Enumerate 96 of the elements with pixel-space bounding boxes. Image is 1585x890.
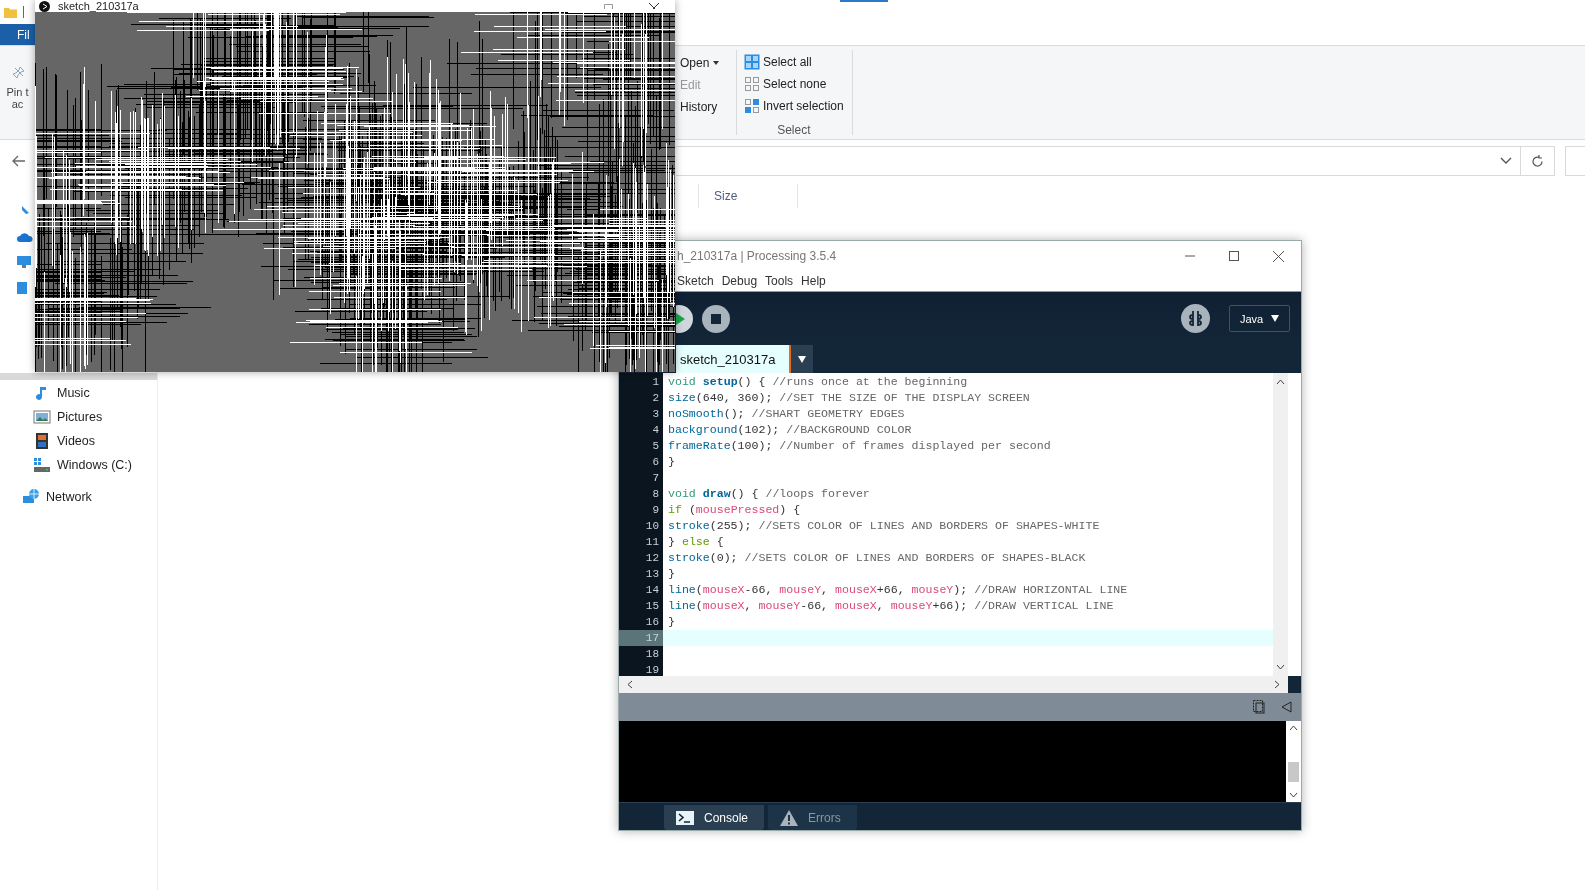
- sidebar-item[interactable]: Music: [0, 381, 157, 405]
- arrow-left-icon[interactable]: [627, 680, 633, 689]
- ribbon-command[interactable]: Invert selection: [763, 99, 844, 113]
- ribbon-command[interactable]: Select all: [763, 55, 812, 69]
- warning-icon: [780, 809, 799, 826]
- menu-item[interactable]: Debug: [721, 274, 758, 288]
- arrow-down-icon[interactable]: [1276, 664, 1285, 670]
- horizontal-scrollbar[interactable]: [619, 676, 1288, 693]
- stop-button[interactable]: [702, 304, 730, 333]
- scrollbar-thumb[interactable]: [1288, 761, 1299, 782]
- line-number: 19: [644, 663, 660, 678]
- vertical-scrollbar[interactable]: [1286, 721, 1301, 802]
- arrow-right-icon[interactable]: [1274, 680, 1280, 689]
- collapse-triangle-icon[interactable]: [1281, 701, 1292, 713]
- drive-icon: [33, 456, 51, 474]
- caret-icon: [713, 61, 720, 65]
- ribbon-command[interactable]: History: [680, 99, 718, 115]
- maximize-icon[interactable]: [1229, 251, 1239, 261]
- music-note-icon: [36, 385, 47, 401]
- line-number: 2: [651, 391, 660, 406]
- line-number: 9: [651, 503, 660, 518]
- console-tab[interactable]: Console: [664, 805, 765, 830]
- code-line: background(102); //BACKGROUND COLOR: [668, 423, 912, 436]
- code-line: if (mousePressed) {: [668, 503, 801, 516]
- refresh-button[interactable]: [1521, 146, 1555, 176]
- line-number: 16: [644, 615, 660, 630]
- selection-icon: [744, 54, 760, 70]
- film-icon: [33, 432, 51, 450]
- cloud-icon: [17, 232, 33, 242]
- menu-item[interactable]: Tools: [765, 274, 794, 288]
- code-line: void setup() { //runs once at the beginning: [668, 375, 968, 388]
- vertical-scrollbar[interactable]: [1273, 373, 1288, 676]
- sidebar-item[interactable]: Network: [0, 485, 157, 509]
- sidebar-item[interactable]: Videos: [0, 429, 157, 453]
- window-title: sketch_210317a: [58, 0, 139, 12]
- column-header[interactable]: Size: [699, 184, 799, 208]
- line-number: 3: [651, 407, 660, 422]
- caret-icon: [798, 355, 807, 363]
- menu-item[interactable]: Help: [801, 274, 826, 288]
- back-arrow-icon[interactable]: [12, 155, 26, 167]
- console-tab[interactable]: Errors: [768, 805, 857, 830]
- code-line: } else {: [668, 535, 724, 548]
- picture-icon: [33, 408, 51, 426]
- ribbon-command[interactable]: Select none: [763, 77, 827, 91]
- line-number: 13: [644, 567, 660, 582]
- code-line: }: [668, 567, 675, 580]
- run-button[interactable]: [676, 304, 693, 333]
- refresh-icon[interactable]: [1531, 154, 1544, 168]
- search-field[interactable]: [1565, 146, 1585, 176]
- line-number: 18: [644, 647, 660, 662]
- network-icon: [22, 488, 40, 506]
- window-title: h_210317a | Processing 3.5.4: [677, 249, 838, 263]
- caret-icon: [1271, 315, 1280, 322]
- line-number: 11: [644, 535, 660, 550]
- selection-icon: [744, 98, 760, 114]
- sketch-tab[interactable]: sketch_210317a: [676, 345, 792, 373]
- code-line: void draw() { //loops forever: [668, 487, 870, 500]
- code-line: }: [668, 455, 675, 468]
- chevron-down-icon[interactable]: [1500, 157, 1512, 165]
- line-number: 14: [644, 583, 660, 598]
- code-line: stroke(0); //SETS COLOR OF LINES AND BORDERS OF SHAPES-BLACK: [668, 551, 1086, 564]
- arrow-down-icon[interactable]: [1289, 792, 1298, 798]
- line-number: 15: [644, 599, 660, 614]
- sidebar-item[interactable]: Windows (C:): [0, 453, 157, 477]
- code-line: noSmooth(); //SHART GEOMETRY EDGES: [668, 407, 905, 420]
- line-number: 1: [651, 375, 660, 390]
- line-number: 5: [651, 439, 660, 454]
- copy-icon[interactable]: [1253, 700, 1265, 714]
- menu-item[interactable]: Sketch: [677, 274, 714, 288]
- line-number: 12: [644, 551, 660, 566]
- line-number: 10: [644, 519, 660, 534]
- selection-icon: [744, 76, 760, 92]
- ribbon-tab[interactable]: Fil: [0, 24, 35, 45]
- line-number: 4: [651, 423, 660, 438]
- line-number: 8: [651, 487, 660, 502]
- code-line: frameRate(100); //Number of frames displayed per second: [668, 439, 1051, 452]
- arrow-up-icon[interactable]: [1276, 379, 1285, 385]
- code-line: line(mouseX, mouseY-66, mouseX, mouseY+66); //DRAW VERTICAL LINE: [668, 599, 1114, 612]
- folder-icon: [4, 6, 17, 18]
- arrow-up-icon[interactable]: [1289, 725, 1298, 731]
- code-line: }: [668, 615, 675, 628]
- line-number: 7: [651, 471, 660, 486]
- code-line: size(640, 360); //SET THE SIZE OF THE DISPLAY SCREEN: [668, 391, 1030, 404]
- code-line: line(mouseX-66, mouseY, mouseX+66, mouseY); //DRAW HORIZONTAL LINE: [668, 583, 1128, 596]
- ribbon-command[interactable]: Open: [680, 55, 720, 71]
- monitor-icon: [17, 256, 31, 268]
- line-number: 6: [651, 455, 660, 470]
- pin-button-label[interactable]: Pin t ac: [6, 86, 29, 110]
- sidebar-item[interactable]: Pictures: [0, 405, 157, 429]
- line-number: 17: [619, 630, 663, 646]
- mode-dropdown[interactable]: Java: [1229, 305, 1290, 332]
- code-line: stroke(255); //SETS COLOR OF LINES AND BORDERS OF SHAPES-WHITE: [668, 519, 1100, 532]
- tab-menu-button[interactable]: [791, 345, 814, 373]
- ribbon-group-label: Select: [776, 123, 812, 137]
- debugger-button[interactable]: [1181, 304, 1210, 333]
- terminal-icon: [676, 810, 694, 825]
